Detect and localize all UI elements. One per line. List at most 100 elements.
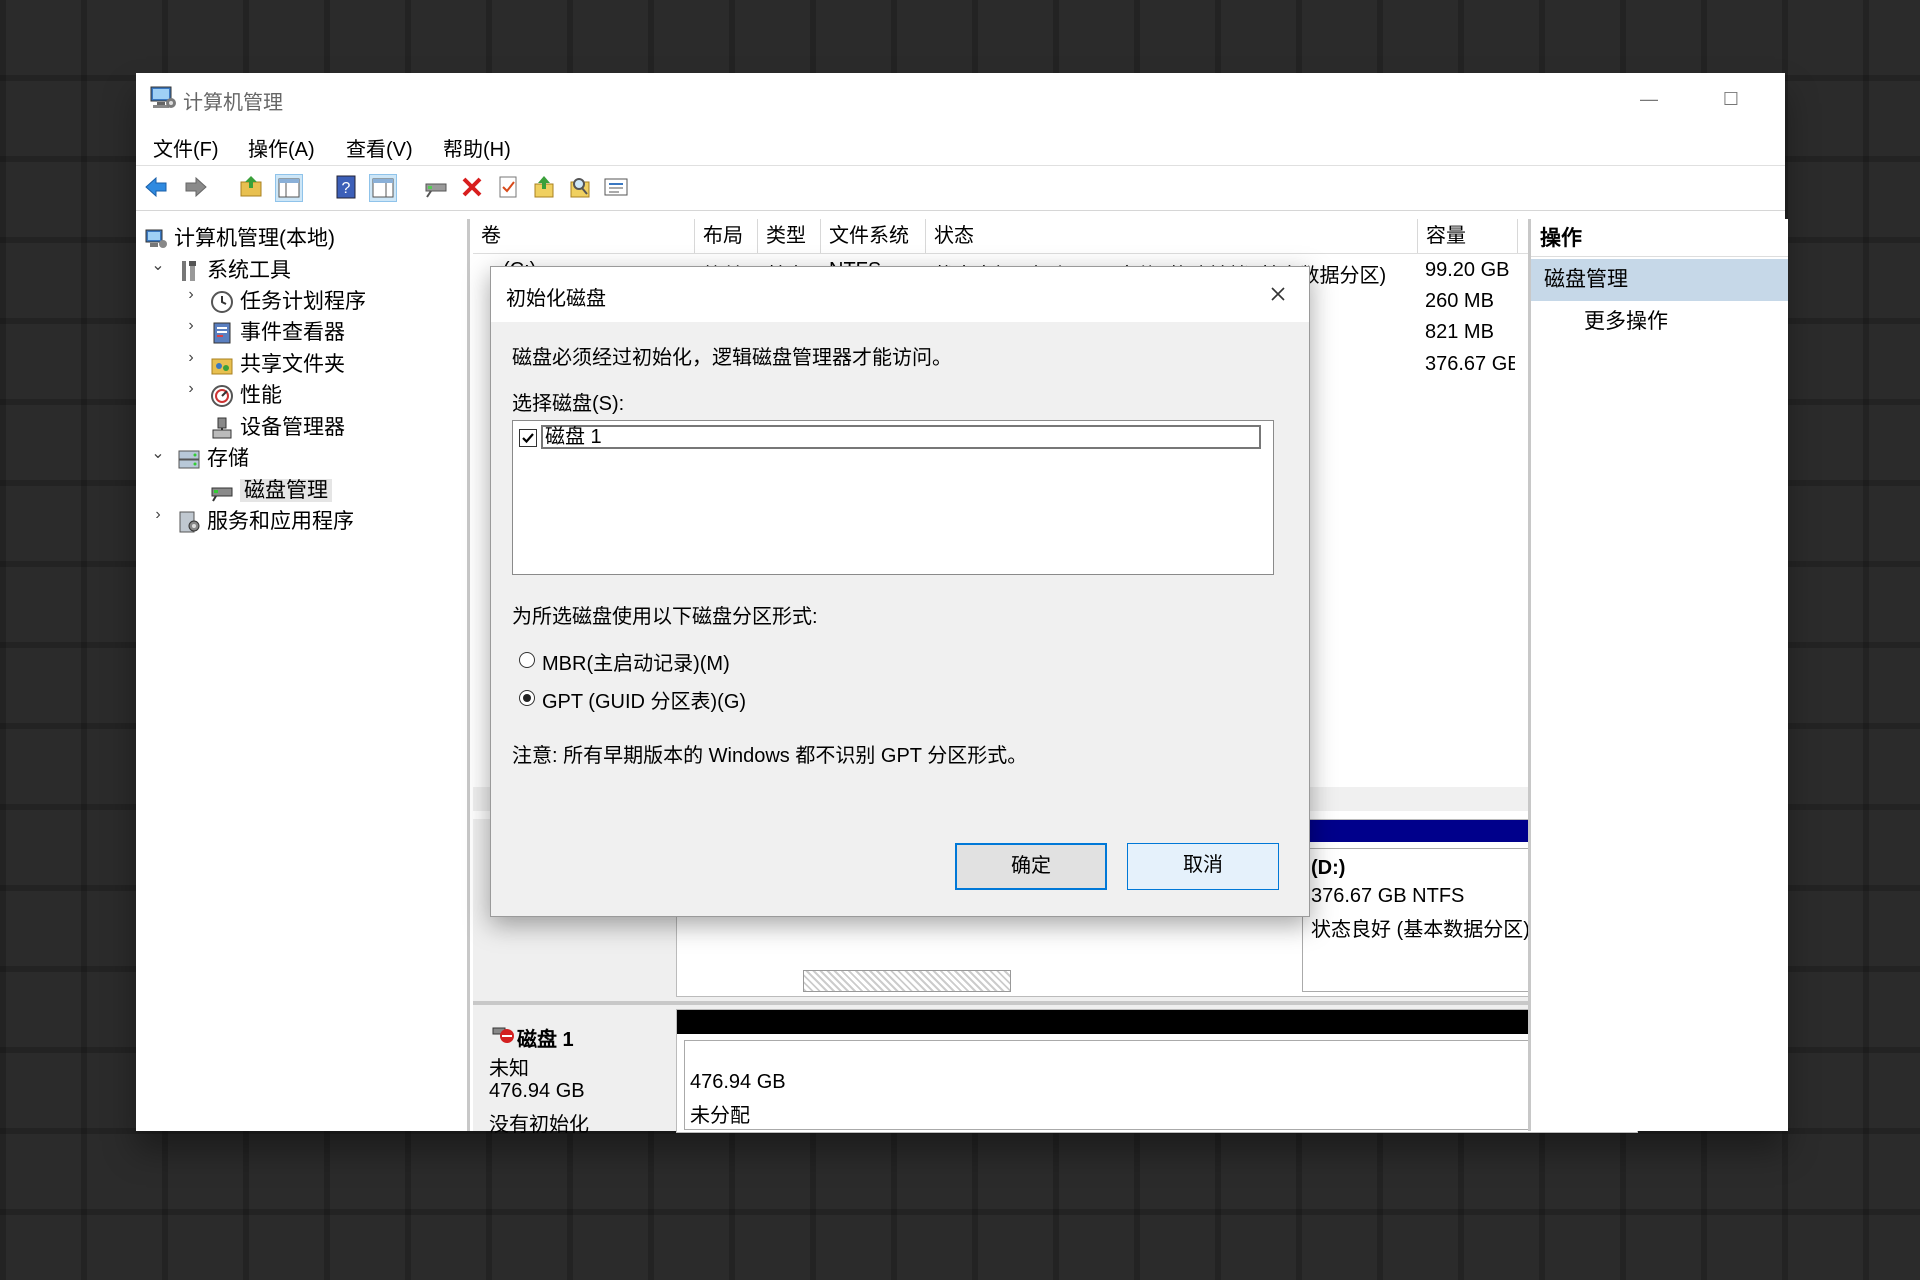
cancel-button[interactable]: 取消 — [1127, 843, 1279, 890]
minimize-button[interactable]: — — [1622, 81, 1676, 117]
gpt-radio[interactable] — [519, 690, 535, 706]
maximize-button[interactable]: ☐ — [1704, 81, 1758, 117]
disk-icon — [211, 487, 233, 502]
storage-icon — [178, 450, 200, 469]
partition-style-label: 为所选磁盘使用以下磁盘分区形式: — [512, 606, 818, 628]
collapse-chevron-icon[interactable]: ⌄ — [150, 255, 166, 275]
back-icon[interactable] — [143, 174, 171, 202]
tree-label: 计算机管理(本地) — [174, 227, 335, 250]
expand-chevron-icon[interactable]: › — [183, 349, 199, 367]
column-header-status[interactable]: 状态 — [926, 219, 1418, 253]
disk1-size: 476.94 GB — [489, 1080, 585, 1102]
tree-item-shared-folders[interactable]: 共享文件夹 — [210, 349, 345, 380]
column-header-filesystem[interactable]: 文件系统 — [821, 219, 926, 253]
event-log-icon — [213, 322, 231, 344]
tree-item-storage[interactable]: 存储 — [177, 443, 249, 474]
actions-pane: 操作 磁盘管理 更多操作 — [1528, 219, 1788, 1131]
partition-recovery[interactable] — [803, 970, 1011, 992]
help-icon[interactable]: ? — [333, 174, 361, 202]
column-header-capacity[interactable]: 容量 — [1418, 219, 1518, 253]
export-icon[interactable] — [531, 174, 559, 202]
ok-button[interactable]: 确定 — [955, 843, 1107, 890]
mbr-label[interactable]: MBR(主启动记录)(M) — [542, 647, 730, 676]
gpt-label[interactable]: GPT (GUID 分区表)(G) — [542, 685, 746, 714]
unallocated-bar — [677, 1010, 1637, 1034]
list-icon[interactable] — [603, 174, 631, 202]
computer-icon — [145, 229, 167, 249]
tree-item-services-apps[interactable]: 服务和应用程序 — [177, 506, 354, 537]
expand-chevron-icon[interactable]: › — [183, 380, 199, 398]
dialog-title: 初始化磁盘 — [506, 288, 606, 310]
expand-chevron-icon[interactable]: › — [183, 317, 199, 335]
table-cell-capacity: 821 MB — [1425, 321, 1494, 343]
shared-folder-icon — [211, 358, 233, 375]
title-bar: 计算机管理 — ☐ — [136, 73, 1785, 125]
tree-item-performance[interactable]: 性能 — [210, 380, 282, 411]
show-tree-icon[interactable] — [275, 174, 303, 202]
clock-icon — [211, 291, 233, 314]
menu-file[interactable]: 文件(F) — [153, 133, 219, 162]
partition-name: (D:) — [1311, 857, 1346, 879]
connect-icon[interactable] — [423, 174, 451, 202]
disk1-info[interactable]: 磁盘 1 未知 476.94 GB 没有初始化 — [473, 1009, 673, 1136]
menu-help[interactable]: 帮助(H) — [443, 133, 511, 162]
table-cell-capacity: 99.20 GB — [1425, 259, 1510, 281]
dialog-title-bar: 初始化磁盘 — [491, 267, 1309, 322]
unallocated-size: 476.94 GB — [690, 1071, 786, 1093]
actions-header: 操作 — [1531, 221, 1788, 257]
svg-text:?: ? — [342, 180, 351, 197]
tree-item-disk-management[interactable]: 磁盘管理 — [210, 475, 332, 506]
tree-label: 设备管理器 — [240, 416, 345, 439]
table-cell-capacity: 260 MB — [1425, 290, 1494, 312]
tree-label: 事件查看器 — [240, 321, 345, 344]
tree-item-system-tools[interactable]: 系统工具 — [177, 255, 291, 286]
delete-icon[interactable] — [459, 174, 487, 202]
tree-label: 系统工具 — [207, 259, 291, 282]
expand-chevron-icon[interactable]: › — [183, 286, 199, 304]
search-icon[interactable] — [567, 174, 595, 202]
tree-label: 存储 — [207, 447, 249, 470]
partition-status: 状态良好 (基本数据分区) — [1311, 919, 1530, 941]
forward-icon[interactable] — [183, 174, 211, 202]
tree-item-computer-management[interactable]: 计算机管理(本地) — [144, 223, 335, 254]
tree-item-event-viewer[interactable]: 事件查看器 — [210, 317, 345, 348]
gpt-note: 注意: 所有早期版本的 Windows 都不识别 GPT 分区形式。 — [512, 745, 1028, 767]
table-cell-capacity: 376.67 GB — [1425, 353, 1515, 375]
tree-label: 性能 — [240, 384, 282, 407]
list-item[interactable]: 磁盘 1 — [517, 425, 1267, 451]
properties-icon[interactable] — [369, 174, 397, 202]
tree-item-device-manager[interactable]: 设备管理器 — [210, 412, 345, 443]
disk1-checkbox[interactable] — [519, 429, 537, 447]
select-disk-label: 选择磁盘(S): — [512, 393, 625, 415]
actions-disk-management[interactable]: 磁盘管理 — [1531, 259, 1788, 301]
more-actions-link[interactable]: 更多操作 — [1584, 305, 1668, 335]
mbr-radio[interactable] — [519, 652, 535, 668]
column-header-volume[interactable]: 卷 — [473, 219, 695, 253]
disk-error-icon — [492, 1027, 514, 1043]
performance-icon — [211, 385, 233, 408]
unallocated-label: 未分配 — [690, 1105, 750, 1127]
disk1-partitions: 476.94 GB 未分配 — [676, 1009, 1638, 1133]
tree-label: 共享文件夹 — [240, 353, 345, 376]
disk1-state: 没有初始化 — [489, 1114, 589, 1136]
disk-listbox[interactable]: 磁盘 1 — [512, 420, 1274, 575]
check-icon[interactable] — [495, 174, 523, 202]
check-icon — [522, 433, 534, 444]
expand-chevron-icon[interactable]: › — [150, 506, 166, 524]
window-title: 计算机管理 — [183, 92, 283, 114]
services-icon — [179, 511, 200, 533]
tree-label-selected: 磁盘管理 — [240, 479, 332, 502]
collapse-chevron-icon[interactable]: ⌄ — [150, 443, 166, 463]
close-icon[interactable] — [1261, 277, 1295, 311]
menu-view[interactable]: 查看(V) — [346, 133, 413, 162]
initialize-disk-dialog: 初始化磁盘 磁盘必须经过初始化，逻辑磁盘管理器才能访问。 选择磁盘(S): 磁盘… — [490, 266, 1310, 917]
tree-item-task-scheduler[interactable]: 任务计划程序 — [210, 286, 366, 317]
up-folder-icon[interactable] — [239, 174, 267, 202]
navigation-tree: 计算机管理(本地) ⌄ 系统工具 › 任务计划程序 › 事件查看器 › 共享文件… — [136, 219, 470, 1131]
menu-action[interactable]: 操作(A) — [248, 133, 315, 162]
column-header-layout[interactable]: 布局 — [695, 219, 758, 253]
partition-size: 376.67 GB NTFS — [1311, 885, 1465, 907]
unallocated-space[interactable]: 476.94 GB 未分配 — [684, 1040, 1630, 1130]
disk-divider — [473, 1001, 1649, 1005]
column-header-type[interactable]: 类型 — [758, 219, 821, 253]
